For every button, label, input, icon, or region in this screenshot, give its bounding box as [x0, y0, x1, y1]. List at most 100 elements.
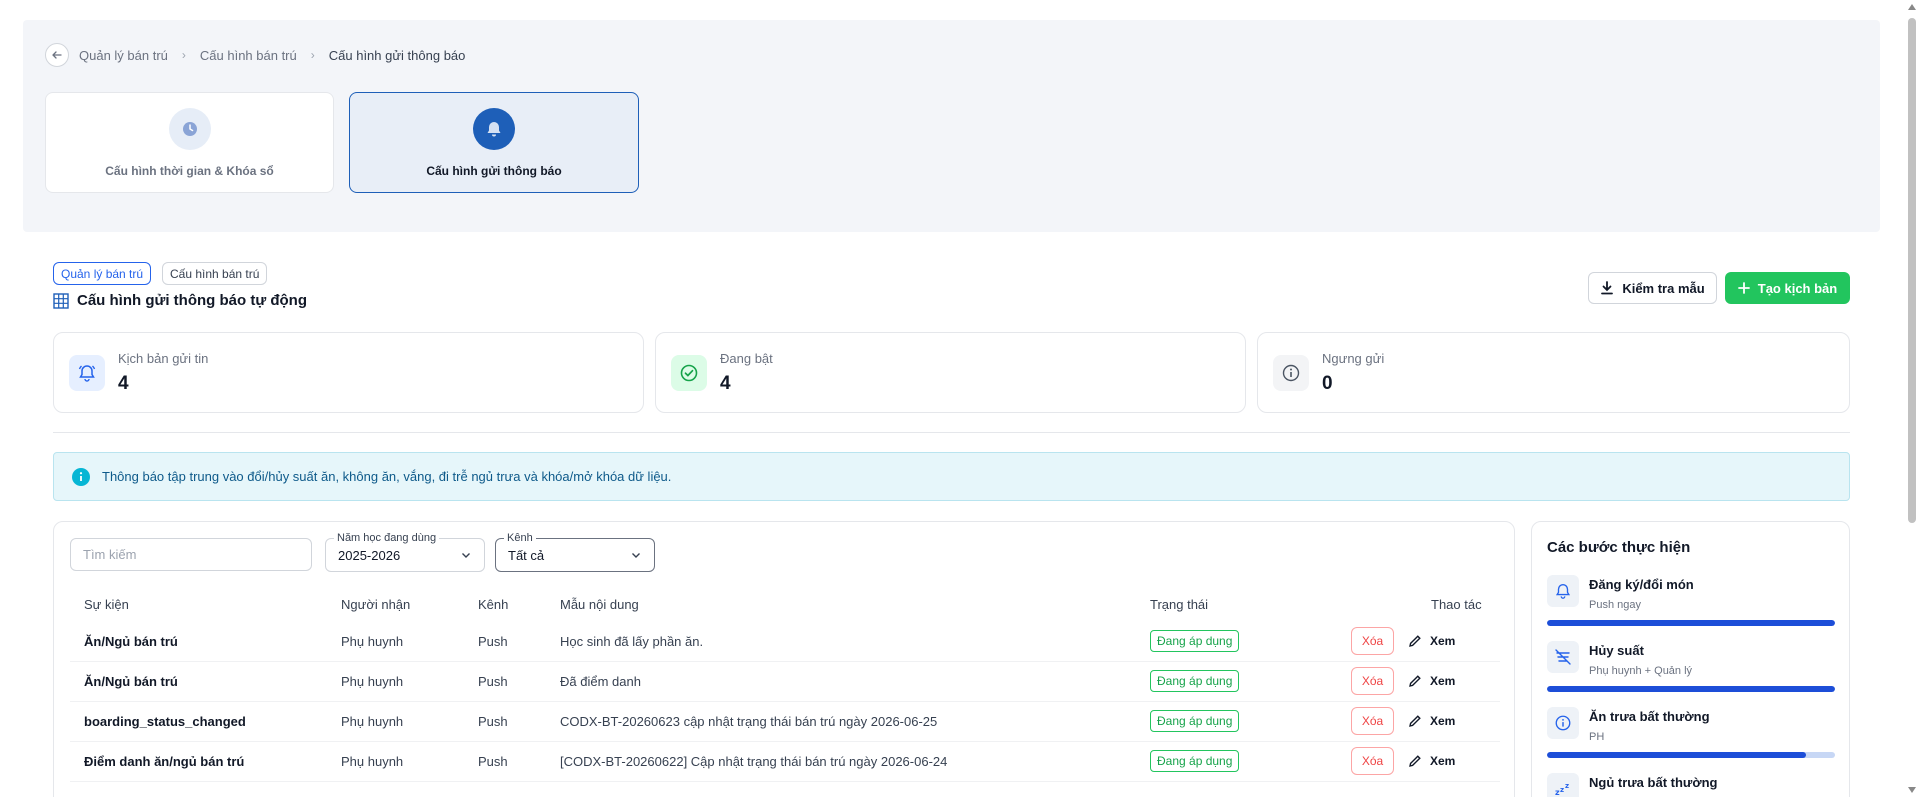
delete-button[interactable]: Xóa — [1351, 747, 1394, 775]
cell-event: boarding_status_changed — [84, 714, 246, 729]
bell-icon — [69, 355, 105, 391]
delete-button[interactable]: Xóa — [1351, 627, 1394, 655]
scroll-up-arrow-icon[interactable] — [1908, 4, 1916, 10]
status-badge: Đang áp dụng — [1150, 670, 1240, 692]
page-title: Cấu hình gửi thông báo tự động — [53, 292, 307, 309]
stat-label: Kịch bản gửi tin — [118, 351, 209, 366]
chip-boarding[interactable]: Quản lý bán trú — [53, 262, 152, 285]
notification-table-card: Tìm kiếm Năm học đang dùng 2025-2026 Kên… — [53, 521, 1515, 797]
cell-event: Ăn/Ngủ bán trú — [84, 634, 178, 649]
cell-event: Ăn/Ngủ bán trú — [84, 674, 178, 689]
cell-channel: Push — [478, 634, 508, 649]
step-name: Ngủ trưa bất thường — [1589, 775, 1718, 790]
cell-channel: Push — [478, 674, 508, 689]
channel-label: Kênh — [504, 532, 536, 544]
search-input[interactable]: Tìm kiếm — [70, 538, 312, 571]
arrow-left-icon — [52, 51, 62, 59]
step-progress-fill — [1547, 620, 1835, 626]
info-alert: Thông báo tập trung vào đổi/hủy suất ăn,… — [53, 452, 1850, 501]
step-name: Đăng ký/đổi món — [1589, 577, 1694, 592]
svg-text:z: z — [1565, 782, 1569, 790]
stat-card-scenarios: Kịch bản gửi tin 4 — [53, 332, 644, 413]
column-header-recipient: Người nhận — [341, 597, 411, 612]
cell-template: CODX-BT-20260623 cập nhật trạng thái bán… — [560, 714, 938, 729]
step-progress-fill — [1547, 686, 1835, 692]
column-header-event: Sự kiện — [84, 597, 129, 612]
column-header-actions: Thao tác — [1431, 597, 1482, 612]
page-title-text: Cấu hình gửi thông báo tự động — [77, 292, 308, 309]
stat-card-stopped: Ngưng gửi 0 — [1257, 332, 1850, 413]
bell-icon — [1547, 575, 1579, 607]
clock-icon — [168, 107, 211, 150]
school-year-value: 2025-2026 — [338, 547, 401, 563]
cell-event: Điểm danh ăn/ngủ bán trú — [84, 754, 245, 769]
step-progress-fill — [1547, 752, 1807, 758]
plus-icon — [1737, 282, 1750, 294]
table-row: Điểm danh ăn/ngủ bán trú Phụ huynh Push … — [70, 742, 1500, 782]
step-sub: Push ngay — [1589, 599, 1641, 611]
create-scenario-button[interactable]: Tạo kịch bản — [1725, 272, 1850, 304]
info-icon — [72, 467, 90, 486]
cell-channel: Push — [478, 714, 508, 729]
table-row: Ăn/Ngủ bán trú Phụ huynh Push Học sinh đ… — [70, 622, 1500, 662]
delete-button[interactable]: Xóa — [1351, 707, 1394, 735]
step-item[interactable]: Hủy suất Phụ huynh + Quản lý — [1547, 641, 1835, 701]
page-scrollbar[interactable] — [1907, 0, 1917, 797]
steps-panel: Các bước thực hiện Đăng ký/đổi món Push … — [1531, 521, 1850, 797]
step-progress-bar — [1547, 686, 1835, 692]
cell-recipient: Phụ huynh — [341, 754, 404, 769]
view-button[interactable]: Xem — [1408, 629, 1455, 653]
back-button[interactable] — [45, 43, 69, 67]
breadcrumb-current: Cấu hình gửi thông báo — [328, 47, 466, 63]
stat-value: 0 — [1322, 373, 1333, 394]
check-circle-icon — [671, 355, 707, 391]
scroll-down-arrow-icon[interactable] — [1908, 787, 1916, 793]
create-scenario-label: Tạo kịch bản — [1757, 280, 1838, 296]
breadcrumb-separator: › — [181, 48, 186, 62]
config-header-panel: Quản lý bán trú › Cấu hình bán trú › Cấu… — [23, 20, 1880, 232]
delete-button[interactable]: Xóa — [1351, 667, 1394, 695]
svg-text:z: z — [1560, 786, 1564, 794]
tab-label: Cấu hình thời gian & Khóa sổ — [105, 163, 274, 178]
step-sub: Phụ huynh + Quản lý — [1589, 665, 1693, 677]
sleep-icon: zzz — [1547, 773, 1579, 797]
view-button[interactable]: Xem — [1408, 749, 1455, 773]
chip-boarding-config[interactable]: Cấu hình bán trú — [162, 262, 268, 285]
view-button[interactable]: Xem — [1408, 709, 1455, 733]
no-meal-icon — [1547, 641, 1579, 673]
step-item[interactable]: Đăng ký/đổi món Push ngay — [1547, 575, 1835, 635]
step-item[interactable]: zzz Ngủ trưa bất thường PH — [1547, 773, 1835, 797]
check-template-button[interactable]: Kiểm tra mẫu — [1588, 272, 1717, 304]
school-year-select[interactable]: Năm học đang dùng 2025-2026 — [325, 532, 485, 572]
pencil-icon — [1409, 635, 1421, 647]
step-item[interactable]: Ăn trưa bất thường PH — [1547, 707, 1835, 767]
channel-value: Tất cả — [508, 547, 545, 563]
cell-channel: Push — [478, 754, 508, 769]
channel-select[interactable]: Kênh Tất cả — [495, 532, 655, 572]
school-year-label: Năm học đang dùng — [334, 532, 440, 544]
stat-card-enabled: Đang bật 4 — [655, 332, 1246, 413]
bell-icon — [473, 107, 515, 150]
tab-notification-config[interactable]: Cấu hình gửi thông báo — [349, 92, 639, 193]
tab-time-lock-config[interactable]: Cấu hình thời gian & Khóa sổ — [45, 92, 334, 193]
breadcrumb-item-boarding-config[interactable]: Cấu hình bán trú — [200, 48, 297, 63]
pencil-icon — [1409, 675, 1421, 687]
step-sub: PH — [1589, 731, 1605, 743]
tab-label: Cấu hình gửi thông báo — [426, 163, 562, 178]
scrollbar-thumb[interactable] — [1908, 18, 1916, 523]
column-header-template: Mẫu nội dung — [560, 597, 639, 612]
pencil-icon — [1409, 715, 1421, 727]
pencil-icon — [1409, 755, 1421, 767]
view-button[interactable]: Xem — [1408, 669, 1455, 693]
view-label: Xem — [1430, 714, 1456, 728]
steps-title: Các bước thực hiện — [1547, 539, 1691, 556]
breadcrumb: Quản lý bán trú › Cấu hình bán trú › Cấu… — [45, 43, 465, 67]
breadcrumb-item-boarding[interactable]: Quản lý bán trú — [79, 48, 168, 63]
column-header-channel: Kênh — [478, 597, 509, 612]
check-template-label: Kiểm tra mẫu — [1622, 280, 1705, 296]
chevron-down-icon — [632, 553, 640, 558]
column-header-status: Trạng thái — [1150, 597, 1209, 612]
section-divider — [53, 432, 1850, 433]
breadcrumb-separator: › — [310, 48, 315, 62]
stat-value: 4 — [118, 373, 129, 394]
